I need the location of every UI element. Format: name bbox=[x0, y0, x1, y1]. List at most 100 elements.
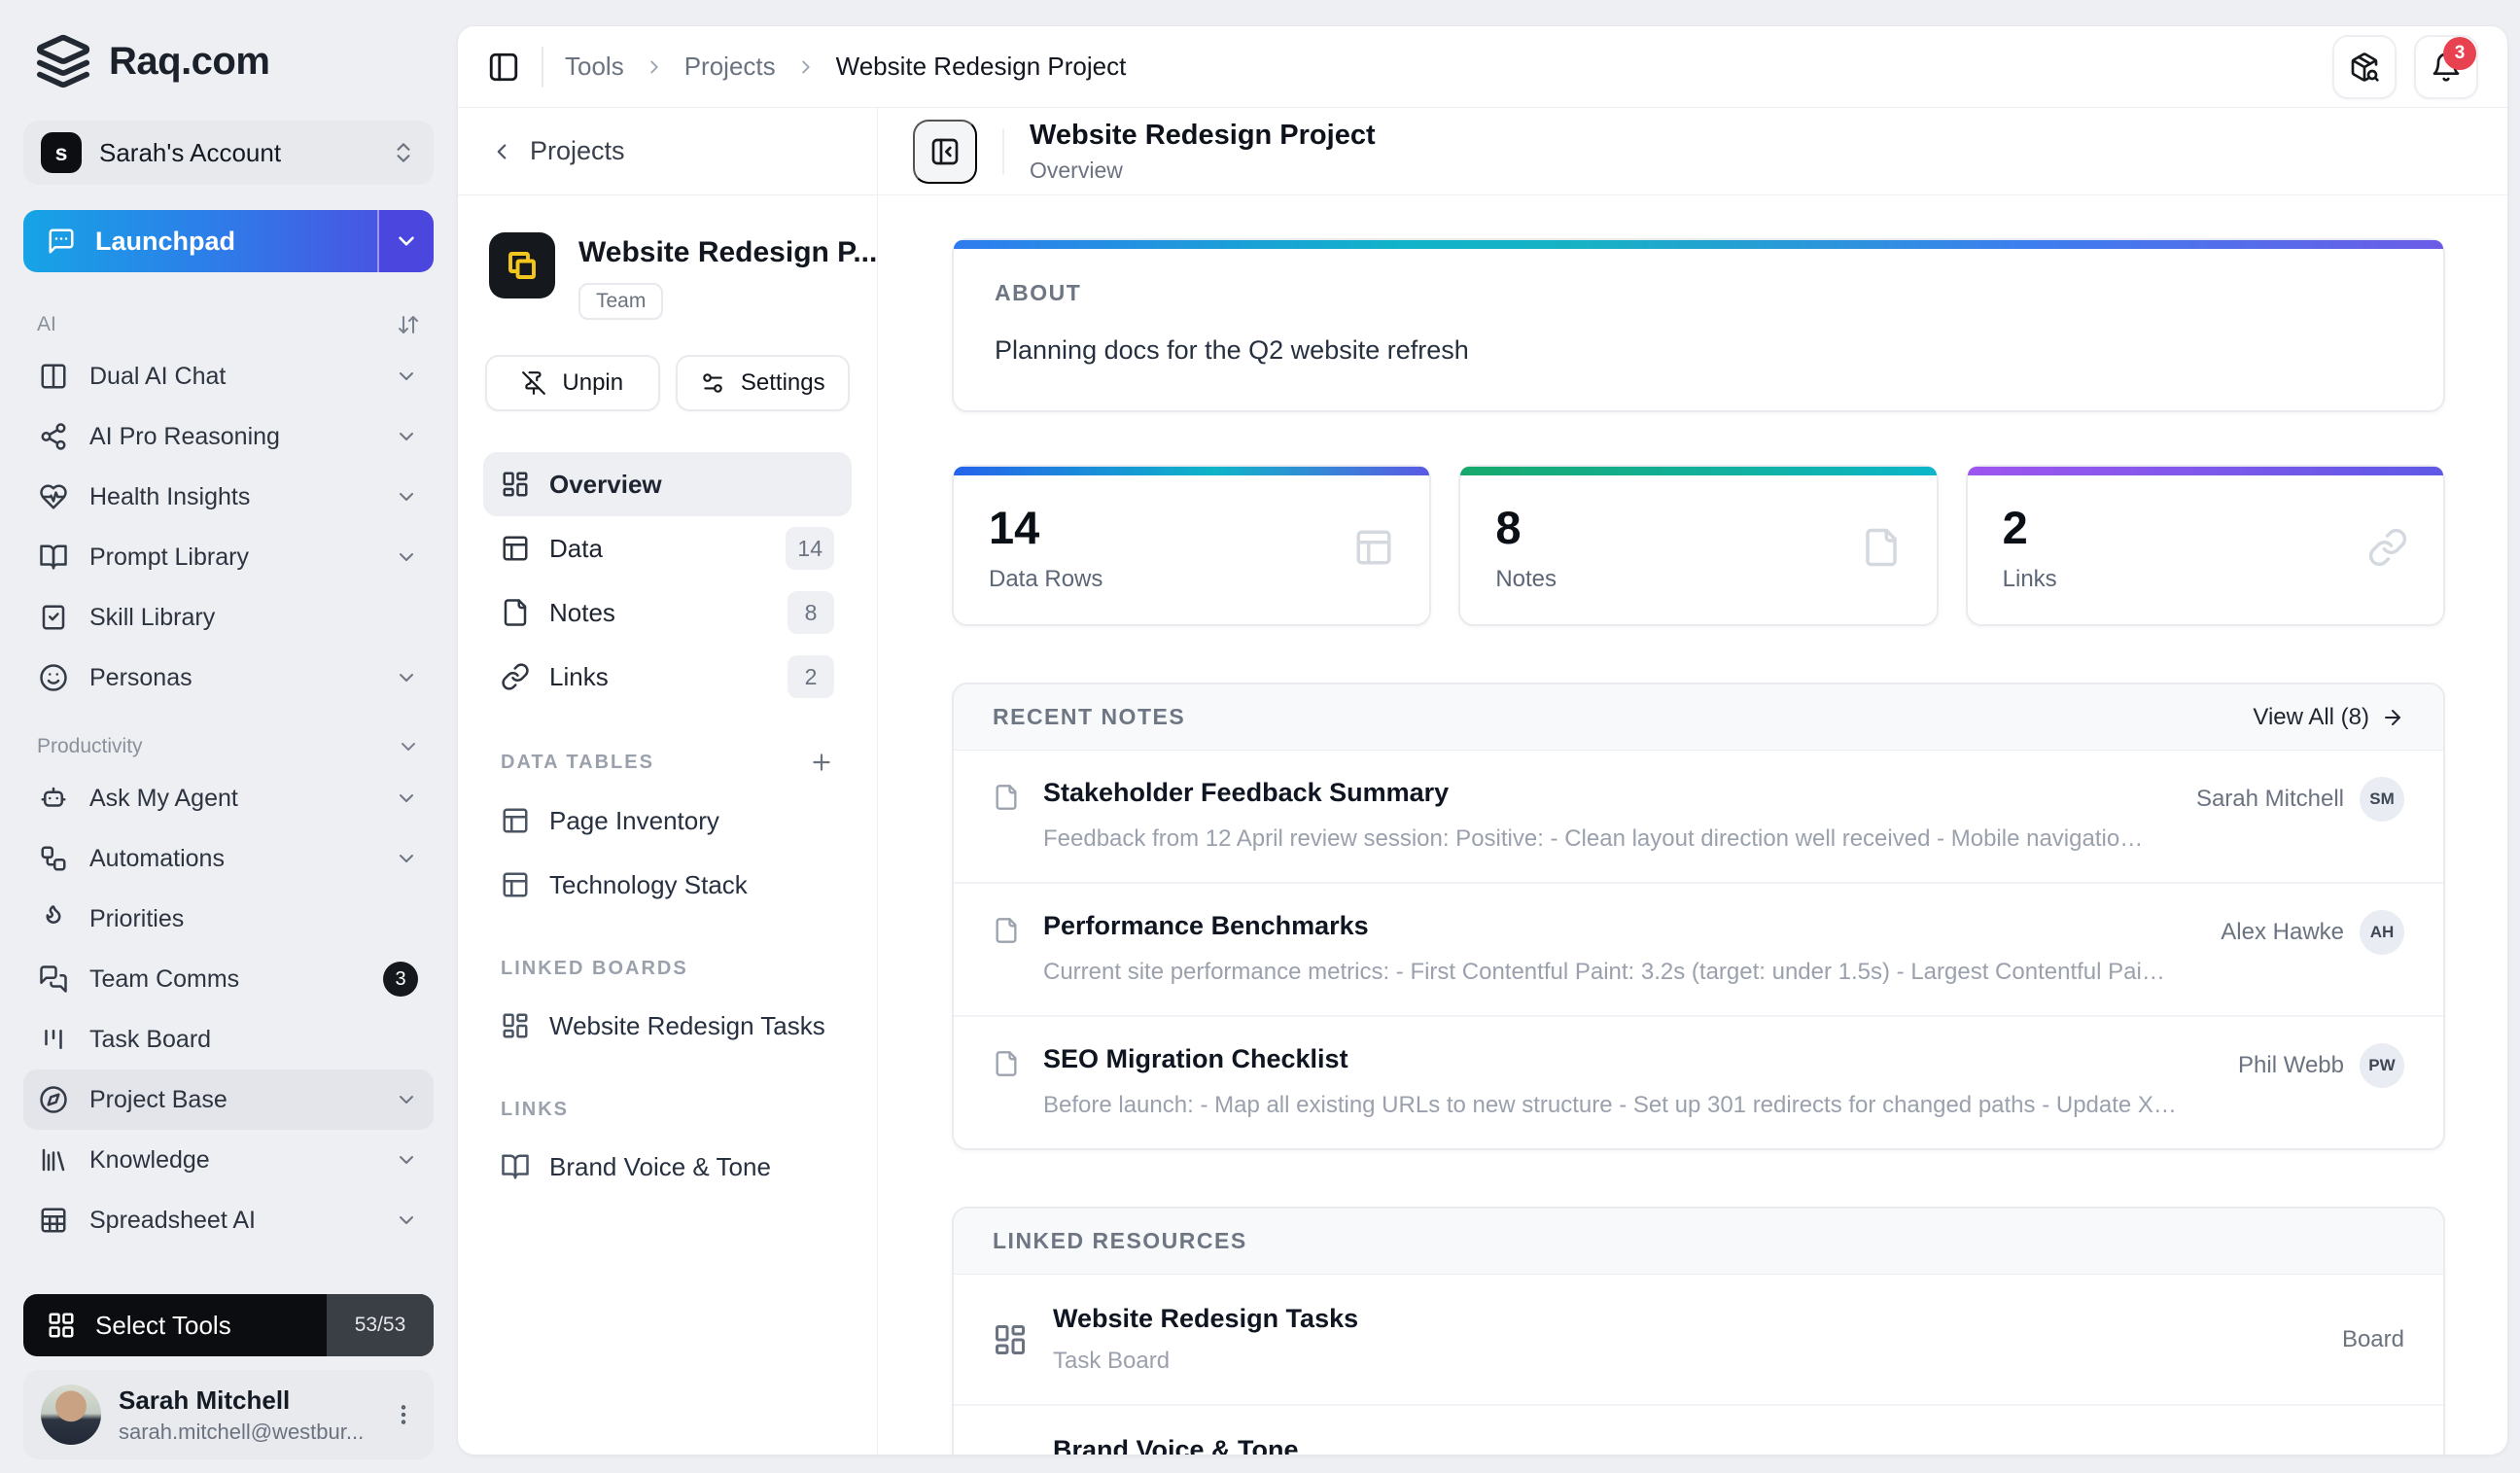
sidebar-item-ai-pro-reasoning[interactable]: AI Pro Reasoning bbox=[23, 406, 434, 467]
stat-card-data-rows: 14 Data Rows bbox=[952, 465, 1431, 626]
book-open-icon bbox=[993, 1454, 1028, 1455]
chevron-down-icon bbox=[395, 847, 418, 870]
note-snippet: Feedback from 12 April review session: P… bbox=[1043, 825, 2144, 853]
panel-section-linked-boards: LINKED BOARDS Website Redesign Tasks bbox=[483, 958, 852, 1058]
data-count-badge: 14 bbox=[786, 527, 834, 570]
account-switcher[interactable]: s Sarah's Account bbox=[23, 121, 434, 185]
recent-notes-title: RECENT NOTES bbox=[993, 704, 1185, 730]
item-label: Page Inventory bbox=[549, 806, 719, 836]
sidebar-section-productivity[interactable]: Productivity bbox=[23, 735, 434, 758]
panel-toggle-button[interactable] bbox=[487, 51, 520, 84]
note-row-stakeholder-feedback[interactable]: Stakeholder Feedback Summary Feedback fr… bbox=[954, 751, 2443, 884]
item-label: Brand Voice & Tone bbox=[549, 1152, 771, 1182]
more-vertical-icon[interactable] bbox=[391, 1402, 416, 1427]
bot-chat-icon bbox=[39, 784, 68, 813]
grid-icon bbox=[47, 1311, 76, 1340]
launchpad-dropdown-button[interactable] bbox=[377, 210, 434, 272]
back-to-projects-link[interactable]: Projects bbox=[458, 108, 877, 195]
breadcrumb-projects[interactable]: Projects bbox=[684, 52, 776, 82]
settings-button[interactable]: Settings bbox=[676, 355, 851, 411]
launchpad-button[interactable]: Launchpad bbox=[23, 210, 434, 272]
panel-nav-links[interactable]: Links 2 bbox=[483, 645, 852, 709]
note-row-seo-migration[interactable]: SEO Migration Checklist Before launch: -… bbox=[954, 1017, 2443, 1148]
select-tools-button[interactable]: Select Tools 53/53 bbox=[23, 1294, 434, 1356]
view-all-notes-link[interactable]: View All (8) bbox=[2253, 704, 2404, 731]
breadcrumb: Tools Projects Website Redesign Project bbox=[565, 52, 1126, 82]
linked-resources-title: LINKED RESOURCES bbox=[993, 1228, 1247, 1254]
section-label: LINKS bbox=[501, 1099, 569, 1121]
panel-nav-overview[interactable]: Overview bbox=[483, 452, 852, 516]
links-count-badge: 2 bbox=[788, 655, 834, 698]
panel-left-close-icon bbox=[929, 136, 961, 167]
note-author: Sarah Mitchell bbox=[2196, 786, 2344, 813]
kanban-icon bbox=[39, 1025, 68, 1054]
chevron-down-icon bbox=[395, 1088, 418, 1111]
panel-item-brand-voice-tone[interactable]: Brand Voice & Tone bbox=[483, 1135, 852, 1199]
plus-icon[interactable] bbox=[809, 750, 834, 775]
note-title: Performance Benchmarks bbox=[1043, 911, 2168, 941]
sidebar-item-skill-library[interactable]: Skill Library bbox=[23, 587, 434, 648]
nav-label: Links bbox=[549, 662, 609, 692]
panel-nav-data[interactable]: Data 14 bbox=[483, 516, 852, 580]
main-area: Website Redesign Project Overview ABOUT … bbox=[878, 108, 2507, 1455]
collapse-panel-button[interactable] bbox=[913, 120, 977, 184]
about-label: ABOUT bbox=[995, 280, 2402, 306]
sidebar-item-project-base[interactable]: Project Base bbox=[23, 1070, 434, 1130]
sidebar-item-personas[interactable]: Personas bbox=[23, 648, 434, 708]
notifications-button[interactable]: 3 bbox=[2414, 35, 2478, 99]
view-all-label: View All (8) bbox=[2253, 704, 2369, 731]
note-row-performance-benchmarks[interactable]: Performance Benchmarks Current site perf… bbox=[954, 884, 2443, 1017]
topbar-right: 3 bbox=[2332, 35, 2478, 99]
resource-title: Brand Voice & Tone bbox=[1053, 1435, 2314, 1455]
chevron-down-icon bbox=[397, 735, 420, 758]
unpin-button[interactable]: Unpin bbox=[485, 355, 660, 411]
panel-item-website-redesign-tasks[interactable]: Website Redesign Tasks bbox=[483, 994, 852, 1058]
resource-subtitle: Task Board bbox=[1053, 1348, 2317, 1375]
note-snippet: Current site performance metrics: - Firs… bbox=[1043, 959, 2168, 986]
avatar-initials: AH bbox=[2360, 910, 2404, 955]
user-info: Sarah Mitchell sarah.mitchell@westbur... bbox=[119, 1385, 373, 1445]
chevron-down-icon bbox=[395, 485, 418, 509]
sidebar-item-health-insights[interactable]: Health Insights bbox=[23, 467, 434, 527]
account-initial-badge: s bbox=[41, 132, 82, 173]
resource-row-website-redesign-tasks[interactable]: Website Redesign Tasks Task Board Board bbox=[954, 1275, 2443, 1406]
notes-count-badge: 8 bbox=[788, 591, 834, 634]
sidebar-item-dual-ai-chat[interactable]: Dual AI Chat bbox=[23, 346, 434, 406]
breadcrumb-tools[interactable]: Tools bbox=[565, 52, 624, 82]
panel-item-technology-stack[interactable]: Technology Stack bbox=[483, 853, 852, 917]
file-icon bbox=[501, 598, 530, 627]
project-summary: Website Redesign P... Team bbox=[483, 232, 852, 320]
project-actions: Unpin Settings bbox=[483, 355, 852, 411]
sliders-icon bbox=[700, 370, 725, 396]
item-label: Dual AI Chat bbox=[89, 363, 226, 391]
stat-card-links: 2 Links bbox=[1966, 465, 2445, 626]
sidebar-item-task-board[interactable]: Task Board bbox=[23, 1009, 434, 1070]
stat-gradient-bar bbox=[1460, 467, 1936, 475]
item-label: Automations bbox=[89, 845, 225, 873]
item-label: Knowledge bbox=[89, 1146, 210, 1175]
stats-row: 14 Data Rows 8 Notes bbox=[952, 465, 2445, 626]
sidebar-item-spreadsheet-ai[interactable]: Spreadsheet AI bbox=[23, 1190, 434, 1250]
sidebar-item-priorities[interactable]: Priorities bbox=[23, 889, 434, 949]
launchpad-main[interactable]: Launchpad bbox=[23, 210, 377, 272]
package-search-button[interactable] bbox=[2332, 35, 2397, 99]
linked-resources-header: LINKED RESOURCES bbox=[954, 1209, 2443, 1275]
stat-value: 2 bbox=[2003, 501, 2057, 554]
nav-label: Notes bbox=[549, 598, 615, 628]
table-icon bbox=[501, 806, 530, 835]
item-label: Prompt Library bbox=[89, 544, 249, 572]
item-label: Website Redesign Tasks bbox=[549, 1011, 825, 1041]
select-tools-count: 53/53 bbox=[327, 1294, 434, 1356]
panel-nav-notes[interactable]: Notes 8 bbox=[483, 580, 852, 645]
resource-row-brand-voice-tone[interactable]: Brand Voice & Tone Knowledge Article Art… bbox=[954, 1406, 2443, 1455]
sidebar-item-ask-my-agent[interactable]: Ask My Agent bbox=[23, 768, 434, 828]
sidebar-item-knowledge[interactable]: Knowledge bbox=[23, 1130, 434, 1190]
link-icon bbox=[501, 662, 530, 691]
user-profile-card[interactable]: Sarah Mitchell sarah.mitchell@westbur... bbox=[23, 1370, 434, 1459]
sidebar-item-automations[interactable]: Automations bbox=[23, 828, 434, 889]
sort-arrows-icon[interactable] bbox=[397, 313, 420, 336]
app-sidebar: Raq.com s Sarah's Account Launchpad AI D… bbox=[0, 0, 457, 1473]
sidebar-item-prompt-library[interactable]: Prompt Library bbox=[23, 527, 434, 587]
sidebar-item-team-comms[interactable]: Team Comms 3 bbox=[23, 949, 434, 1009]
panel-item-page-inventory[interactable]: Page Inventory bbox=[483, 789, 852, 853]
